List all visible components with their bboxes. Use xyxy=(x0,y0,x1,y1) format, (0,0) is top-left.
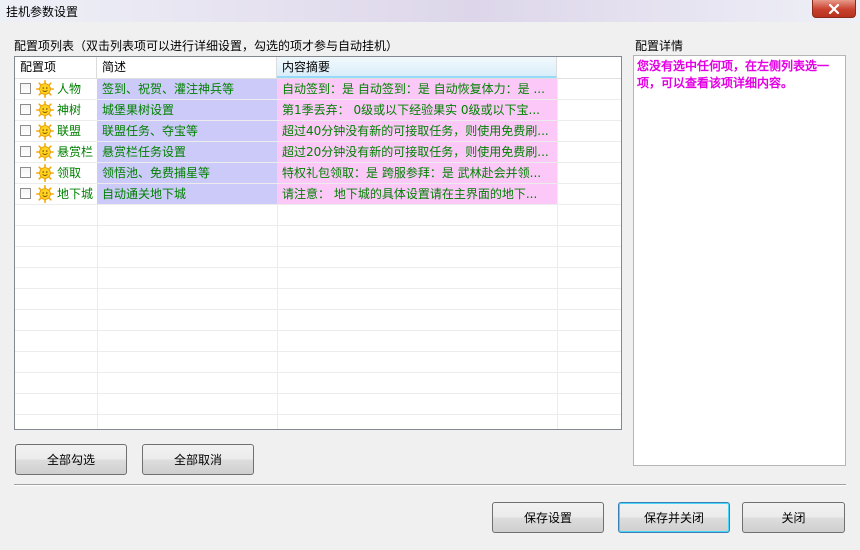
row-name: 人物 xyxy=(57,82,82,96)
cell-content: 超过20分钟没有新的可接取任务，则使用免费刷... xyxy=(277,142,557,162)
cell-summary: 城堡果树设置 xyxy=(97,100,277,120)
row-name: 神树 xyxy=(57,103,82,117)
row-name: 联盟 xyxy=(57,124,82,138)
grid-horizontal-line xyxy=(15,330,621,331)
cell-content: 自动签到：是 自动签到：是 自动恢复体力：是 ... xyxy=(277,79,557,99)
cell-item: 联盟 xyxy=(15,121,97,141)
cell-item: 神树 xyxy=(15,100,97,120)
cell-summary: 联盟任务、夺宝等 xyxy=(97,121,277,141)
detail-panel: 您没有选中任何项，在左侧列表选一项，可以查看该项详细内容。 xyxy=(633,55,846,466)
cell-content: 超过40分钟没有新的可接取任务，则使用免费刷... xyxy=(277,121,557,141)
sun-icon xyxy=(36,122,55,141)
grid-horizontal-line xyxy=(15,225,621,226)
column-header-filler xyxy=(557,57,621,78)
sun-icon xyxy=(36,164,55,183)
table-row[interactable]: 悬赏栏 悬赏栏任务设置 超过20分钟没有新的可接取任务，则使用免费刷... xyxy=(15,142,571,162)
column-header-content[interactable]: 内容摘要 xyxy=(277,57,557,78)
grid-horizontal-line xyxy=(15,351,621,352)
sun-icon xyxy=(36,101,55,120)
table-row[interactable]: 地下城 自动通关地下城 请注意： 地下城的具体设置请在主界面的地下... xyxy=(15,184,571,204)
title-bar: 挂机参数设置 xyxy=(0,0,860,22)
deselect-all-button[interactable]: 全部取消 xyxy=(142,444,254,475)
window-close-button[interactable] xyxy=(812,0,856,18)
row-checkbox[interactable] xyxy=(20,167,31,178)
grid-horizontal-line xyxy=(15,309,621,310)
detail-text: 您没有选中任何项，在左侧列表选一项，可以查看该项详细内容。 xyxy=(637,59,830,90)
row-name: 悬赏栏 xyxy=(57,145,94,159)
window-title: 挂机参数设置 xyxy=(6,5,79,19)
row-checkbox[interactable] xyxy=(20,83,31,94)
footer-separator xyxy=(14,484,846,486)
cell-content: 请注意： 地下城的具体设置请在主界面的地下... xyxy=(277,184,557,204)
cell-item: 人物 xyxy=(15,79,97,99)
close-button[interactable]: 关闭 xyxy=(742,502,845,533)
sun-icon xyxy=(36,143,55,162)
cell-item: 悬赏栏 xyxy=(15,142,97,162)
cell-summary: 签到、祝贺、灌注神兵等 xyxy=(97,79,277,99)
grid-horizontal-line xyxy=(15,393,621,394)
column-header-item[interactable]: 配置项 xyxy=(15,57,97,78)
save-and-close-button[interactable]: 保存并关闭 xyxy=(618,502,730,533)
save-settings-button[interactable]: 保存设置 xyxy=(492,502,604,533)
row-name: 领取 xyxy=(57,166,82,180)
cell-summary: 自动通关地下城 xyxy=(97,184,277,204)
row-checkbox[interactable] xyxy=(20,125,31,136)
row-checkbox[interactable] xyxy=(20,104,31,115)
sun-icon xyxy=(36,80,55,99)
select-all-button[interactable]: 全部勾选 xyxy=(15,444,127,475)
grid-horizontal-line xyxy=(15,204,621,205)
table-row[interactable]: 联盟 联盟任务、夺宝等 超过40分钟没有新的可接取任务，则使用免费刷... xyxy=(15,121,571,141)
sun-icon xyxy=(36,185,55,204)
grid-horizontal-line xyxy=(15,267,621,268)
row-checkbox[interactable] xyxy=(20,188,31,199)
cell-summary: 领悟池、免费捕星等 xyxy=(97,163,277,183)
table-row[interactable]: 神树 城堡果树设置 第1季丢弃： 0级或以下经验果实 0级或以下宝... xyxy=(15,100,571,120)
list-header: 配置项 简述 内容摘要 xyxy=(15,57,621,79)
cell-summary: 悬赏栏任务设置 xyxy=(97,142,277,162)
column-header-summary[interactable]: 简述 xyxy=(97,57,277,78)
grid-horizontal-line xyxy=(15,246,621,247)
config-list[interactable]: 配置项 简述 内容摘要 人物 签到、祝贺、灌注神兵等 自动签到：是 自动签到：是 自… xyxy=(14,56,622,430)
cell-content: 特权礼包领取：是 跨服参拜：是 武林赴会并领... xyxy=(277,163,557,183)
close-icon xyxy=(828,3,840,14)
detail-group-label: 配置详情 xyxy=(635,39,684,53)
row-checkbox[interactable] xyxy=(20,146,31,157)
cell-item: 地下城 xyxy=(15,184,97,204)
cell-content: 第1季丢弃： 0级或以下经验果实 0级或以下宝... xyxy=(277,100,557,120)
table-row[interactable]: 领取 领悟池、免费捕星等 特权礼包领取：是 跨服参拜：是 武林赴会并领... xyxy=(15,163,571,183)
row-name: 地下城 xyxy=(57,187,94,201)
grid-horizontal-line xyxy=(15,372,621,373)
cell-item: 领取 xyxy=(15,163,97,183)
grid-horizontal-line xyxy=(15,288,621,289)
list-group-label: 配置项列表（双击列表项可以进行详细设置，勾选的项才参与自动挂机） xyxy=(14,39,399,53)
table-row[interactable]: 人物 签到、祝贺、灌注神兵等 自动签到：是 自动签到：是 自动恢复体力：是 ... xyxy=(15,79,571,99)
grid-horizontal-line xyxy=(15,414,621,415)
